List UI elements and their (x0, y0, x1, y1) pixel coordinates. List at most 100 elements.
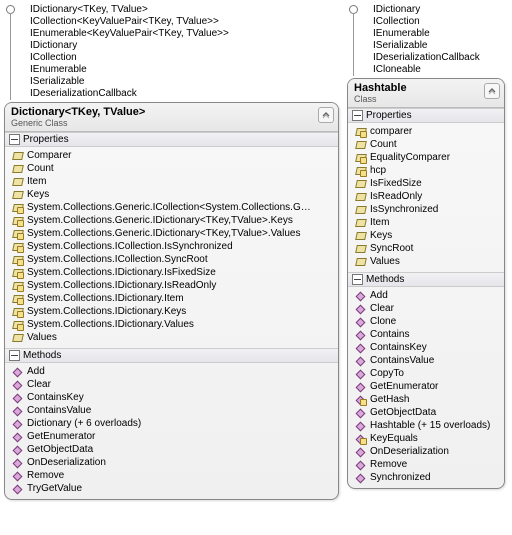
class-card-dictionary[interactable]: Dictionary<TKey, TValue> Generic Class P… (4, 102, 339, 500)
minus-icon[interactable] (352, 110, 363, 121)
method-item[interactable]: ContainsKey (9, 391, 336, 404)
section-header-methods[interactable]: Methods (348, 272, 504, 287)
method-item[interactable]: CopyTo (352, 367, 502, 380)
property-item[interactable]: Count (352, 138, 502, 151)
property-icon (11, 255, 23, 265)
method-item[interactable]: GetEnumerator (9, 430, 336, 443)
property-item[interactable]: EqualityComparer (352, 151, 502, 164)
property-item[interactable]: IsSynchronized (352, 203, 502, 216)
method-item[interactable]: GetObjectData (9, 443, 336, 456)
method-item[interactable]: GetHash (352, 393, 502, 406)
property-label: Count (370, 138, 397, 151)
card-header[interactable]: Hashtable Class (348, 79, 504, 108)
method-icon (354, 473, 366, 483)
section-label: Properties (23, 134, 69, 145)
properties-list: ComparerCountItemKeysSystem.Collections.… (5, 147, 338, 348)
property-item[interactable]: System.Collections.Generic.ICollection<S… (9, 201, 336, 214)
method-item[interactable]: Hashtable (+ 15 overloads) (352, 419, 502, 432)
property-item[interactable]: System.Collections.IDictionary.IsFixedSi… (9, 266, 336, 279)
method-item[interactable]: Synchronized (352, 471, 502, 484)
property-icon (11, 216, 23, 226)
property-item[interactable]: Keys (9, 188, 336, 201)
method-label: GetObjectData (27, 443, 93, 456)
property-label: Values (27, 331, 57, 344)
property-item[interactable]: System.Collections.IDictionary.Keys (9, 305, 336, 318)
property-item[interactable]: Values (352, 255, 502, 268)
section-header-methods[interactable]: Methods (5, 348, 338, 363)
property-item[interactable]: System.Collections.IDictionary.IsReadOnl… (9, 279, 336, 292)
method-item[interactable]: Contains (352, 328, 502, 341)
method-label: Remove (370, 458, 407, 471)
method-item[interactable]: Remove (352, 458, 502, 471)
method-icon (354, 382, 366, 392)
property-item[interactable]: Comparer (9, 149, 336, 162)
property-item[interactable]: Keys (352, 229, 502, 242)
left-column: IDictionary<TKey, TValue>ICollection<Key… (4, 4, 339, 500)
interface-name: ICollection<KeyValuePair<TKey, TValue>> (18, 16, 339, 28)
method-item[interactable]: TryGetValue (9, 482, 336, 495)
section-header-properties[interactable]: Properties (5, 132, 338, 147)
property-label: EqualityComparer (370, 151, 450, 164)
method-label: Clear (27, 378, 51, 391)
method-item[interactable]: Clear (352, 302, 502, 315)
property-item[interactable]: Item (9, 175, 336, 188)
interface-name: IDictionary<TKey, TValue> (18, 4, 339, 16)
property-label: Values (370, 255, 400, 268)
method-label: ContainsValue (27, 404, 91, 417)
property-item[interactable]: IsFixedSize (352, 177, 502, 190)
method-item[interactable]: Add (9, 365, 336, 378)
property-item[interactable]: System.Collections.Generic.IDictionary<T… (9, 227, 336, 240)
lollipop-icon (347, 4, 359, 76)
property-item[interactable]: comparer (352, 125, 502, 138)
property-item[interactable]: IsReadOnly (352, 190, 502, 203)
card-header[interactable]: Dictionary<TKey, TValue> Generic Class (5, 103, 338, 132)
method-item[interactable]: ContainsValue (352, 354, 502, 367)
property-label: System.Collections.Generic.IDictionary<T… (27, 227, 300, 240)
property-icon (11, 229, 23, 239)
method-item[interactable]: OnDeserialization (352, 445, 502, 458)
method-label: OnDeserialization (370, 445, 449, 458)
class-card-hashtable[interactable]: Hashtable Class Properties comparerCount… (347, 78, 505, 489)
property-label: hcp (370, 164, 386, 177)
method-item[interactable]: GetObjectData (352, 406, 502, 419)
property-item[interactable]: System.Collections.Generic.IDictionary<T… (9, 214, 336, 227)
inheritance-list: IDictionaryICollectionIEnumerableISerial… (347, 4, 505, 76)
method-item[interactable]: KeyEquals (352, 432, 502, 445)
collapse-button[interactable] (318, 107, 334, 123)
class-title: Dictionary<TKey, TValue> (11, 106, 320, 118)
property-item[interactable]: System.Collections.ICollection.SyncRoot (9, 253, 336, 266)
method-icon (11, 380, 23, 390)
property-icon (11, 268, 23, 278)
method-item[interactable]: ContainsValue (9, 404, 336, 417)
property-label: System.Collections.Generic.ICollection<S… (27, 201, 311, 214)
method-item[interactable]: OnDeserialization (9, 456, 336, 469)
property-label: System.Collections.IDictionary.Keys (27, 305, 186, 318)
method-item[interactable]: Clear (9, 378, 336, 391)
method-item[interactable]: Remove (9, 469, 336, 482)
property-item[interactable]: SyncRoot (352, 242, 502, 255)
property-item[interactable]: Values (9, 331, 336, 344)
minus-icon[interactable] (9, 350, 20, 361)
method-item[interactable]: Dictionary (+ 6 overloads) (9, 417, 336, 430)
method-item[interactable]: GetEnumerator (352, 380, 502, 393)
property-item[interactable]: hcp (352, 164, 502, 177)
property-item[interactable]: Item (352, 216, 502, 229)
method-label: TryGetValue (27, 482, 82, 495)
property-icon (11, 177, 23, 187)
property-icon (354, 140, 366, 150)
property-item[interactable]: System.Collections.IDictionary.Values (9, 318, 336, 331)
collapse-button[interactable] (484, 83, 500, 99)
minus-icon[interactable] (352, 274, 363, 285)
property-icon (11, 307, 23, 317)
method-item[interactable]: Clone (352, 315, 502, 328)
property-item[interactable]: System.Collections.ICollection.IsSynchro… (9, 240, 336, 253)
minus-icon[interactable] (9, 134, 20, 145)
method-item[interactable]: Add (352, 289, 502, 302)
property-icon (354, 257, 366, 267)
method-label: Dictionary (+ 6 overloads) (27, 417, 141, 430)
method-item[interactable]: ContainsKey (352, 341, 502, 354)
property-item[interactable]: Count (9, 162, 336, 175)
section-header-properties[interactable]: Properties (348, 108, 504, 123)
method-label: Clone (370, 315, 396, 328)
property-item[interactable]: System.Collections.IDictionary.Item (9, 292, 336, 305)
